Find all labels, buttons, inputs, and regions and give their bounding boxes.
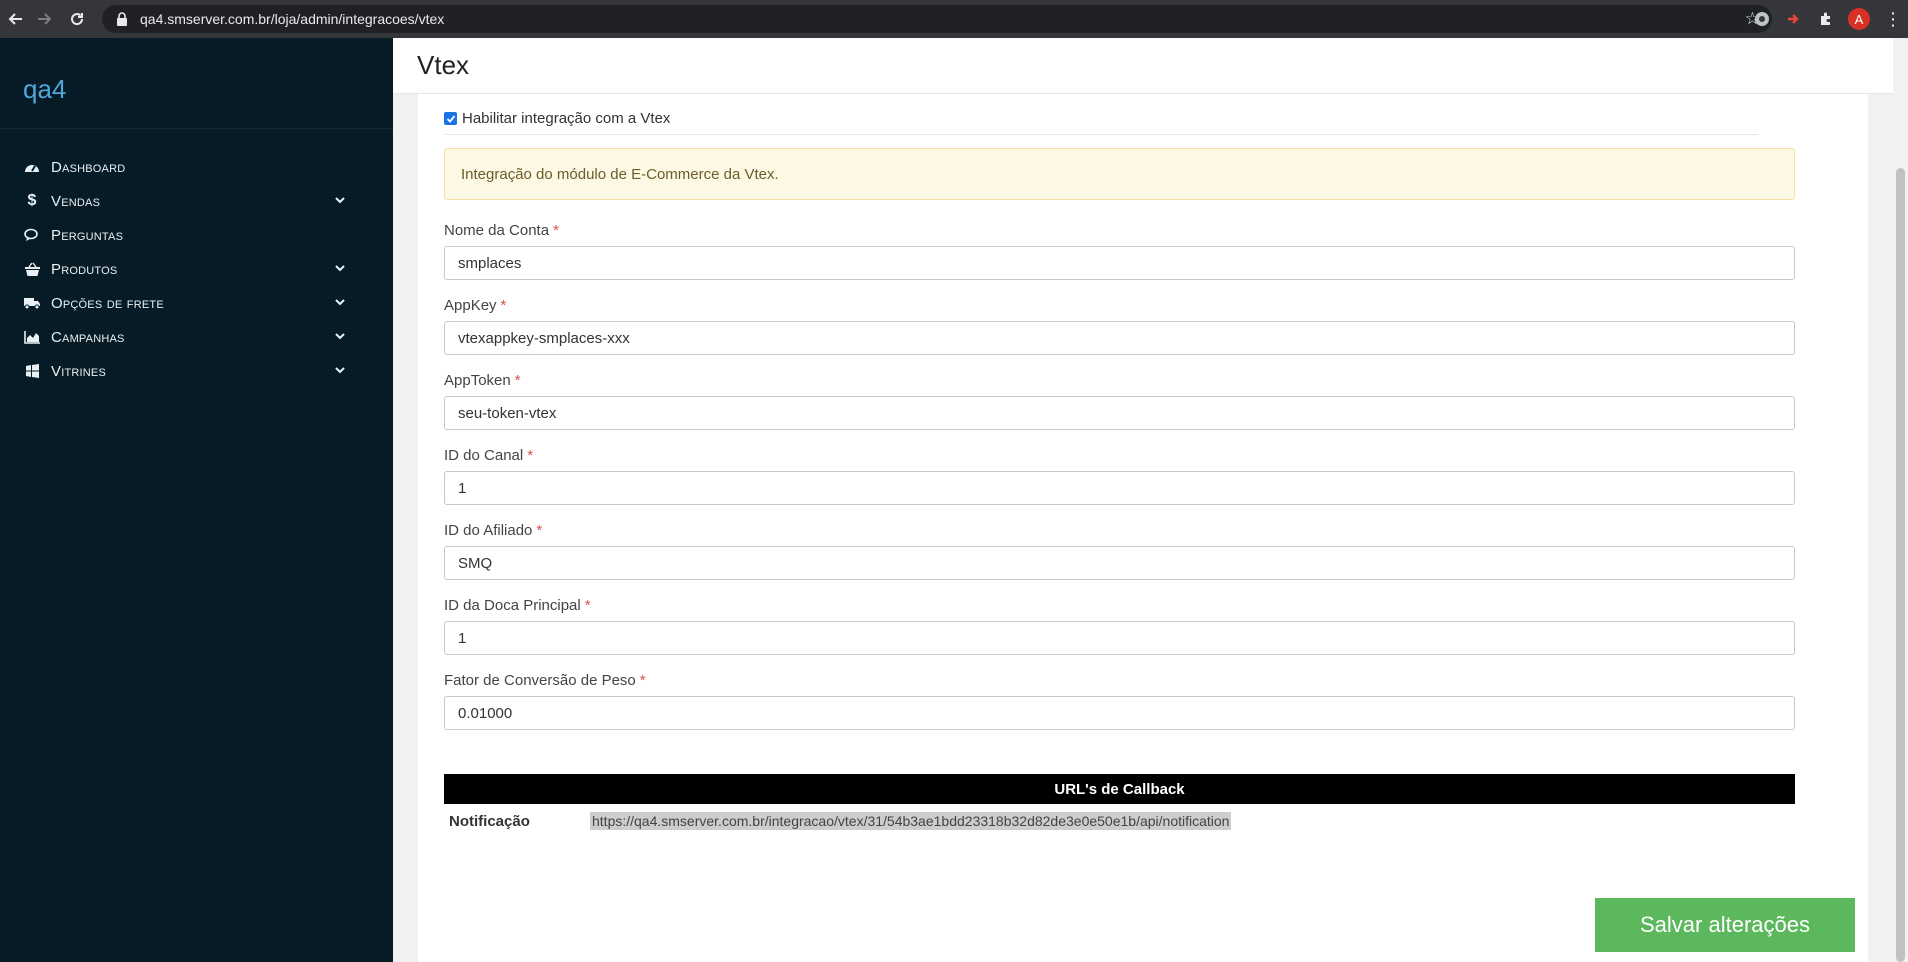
required-mark: * <box>639 672 646 689</box>
field-label-id-afiliado: ID do Afiliado * <box>444 522 543 539</box>
extension-arrow-icon[interactable] <box>1784 9 1804 29</box>
required-mark: * <box>536 522 543 539</box>
chevron-down-icon <box>335 367 345 374</box>
required-mark: * <box>527 447 534 464</box>
table-row: Notificação https://qa4.smserver.com.br/… <box>444 804 1795 838</box>
arrow-right-icon <box>38 13 52 25</box>
chevron-down-icon <box>335 265 345 272</box>
chevron-down-icon <box>335 333 345 340</box>
appkey-input[interactable]: vtexappkey-smplaces-xxx <box>444 321 1795 355</box>
required-mark: * <box>584 597 591 614</box>
sidebar-item-vendas[interactable]: $ Vendas <box>0 184 393 218</box>
id-afiliado-input[interactable]: SMQ <box>444 546 1795 580</box>
area-chart-icon <box>23 328 41 346</box>
save-button[interactable]: Salvar alterações <box>1595 898 1855 952</box>
sidebar: qa4 Dashboard $ Vendas Perguntas Produto… <box>0 38 393 962</box>
page-title: Vtex <box>417 50 470 80</box>
lock-icon <box>117 12 127 26</box>
address-bar[interactable]: qa4.smserver.com.br/loja/admin/integraco… <box>102 5 1772 33</box>
main-content: Vtex Habilitar integração com a Vtex Int… <box>393 38 1908 962</box>
profile-avatar[interactable]: A <box>1848 8 1870 30</box>
sidebar-item-perguntas[interactable]: Perguntas <box>0 218 393 252</box>
extension-circle-icon[interactable] <box>1752 9 1772 29</box>
field-label-id-canal: ID do Canal * <box>444 447 534 464</box>
info-alert: Integração do módulo de E-Commerce da Vt… <box>444 148 1795 200</box>
extensions-puzzle-icon[interactable] <box>1816 9 1836 29</box>
field-label-apptoken: AppToken * <box>444 372 521 389</box>
browser-menu-icon[interactable]: ⋮ <box>1884 8 1902 30</box>
comments-icon <box>23 226 41 244</box>
chevron-down-icon <box>335 197 345 204</box>
divider <box>444 134 1758 135</box>
id-canal-input[interactable]: 1 <box>444 471 1795 505</box>
field-label-fator-peso: Fator de Conversão de Peso * <box>444 672 646 689</box>
dashboard-icon <box>23 158 41 176</box>
callback-table: URL's de Callback Notificação https://qa… <box>444 774 1795 838</box>
id-doca-input[interactable]: 1 <box>444 621 1795 655</box>
required-mark: * <box>514 372 521 389</box>
arrow-left-icon <box>8 13 22 25</box>
chevron-down-icon <box>335 299 345 306</box>
scrollbar-thumb[interactable] <box>1896 168 1905 962</box>
callback-key: Notificação <box>449 812 530 830</box>
back-button[interactable] <box>0 4 30 34</box>
brand-divider <box>0 128 393 129</box>
fator-peso-input[interactable]: 0.01000 <box>444 696 1795 730</box>
basket-icon <box>23 260 41 278</box>
enable-integration-label: Habilitar integração com a Vtex <box>462 110 671 127</box>
dollar-icon: $ <box>27 192 37 209</box>
url-text: qa4.smserver.com.br/loja/admin/integraco… <box>140 11 445 27</box>
page-header: Vtex <box>393 38 1893 94</box>
enable-integration-checkbox[interactable] <box>444 112 457 125</box>
field-label-nome-conta: Nome da Conta * <box>444 222 559 239</box>
callback-url[interactable]: https://qa4.smserver.com.br/integracao/v… <box>590 812 1232 830</box>
sidebar-menu: Dashboard $ Vendas Perguntas Produtos Op… <box>0 150 393 388</box>
reload-button[interactable] <box>62 4 92 34</box>
browser-toolbar: qa4.smserver.com.br/loja/admin/integraco… <box>0 0 1908 38</box>
apptoken-input[interactable]: seu-token-vtex <box>444 396 1795 430</box>
brand-logo[interactable]: qa4 <box>23 74 66 105</box>
sidebar-item-vitrines[interactable]: Vitrines <box>0 354 393 388</box>
truck-icon <box>23 294 41 312</box>
nome-conta-input[interactable]: smplaces <box>444 246 1795 280</box>
sidebar-item-dashboard[interactable]: Dashboard <box>0 150 393 184</box>
callback-header: URL's de Callback <box>444 774 1795 804</box>
required-mark: * <box>553 222 559 239</box>
reload-icon <box>71 13 84 26</box>
sidebar-item-campanhas[interactable]: Campanhas <box>0 320 393 354</box>
forward-button[interactable] <box>30 4 60 34</box>
required-mark: * <box>500 297 507 314</box>
sidebar-item-opcoes-frete[interactable]: Opções de frete <box>0 286 393 320</box>
check-icon <box>446 114 455 123</box>
sidebar-item-produtos[interactable]: Produtos <box>0 252 393 286</box>
enable-integration-row[interactable]: Habilitar integração com a Vtex <box>444 110 670 127</box>
field-label-appkey: AppKey * <box>444 297 507 314</box>
windows-icon <box>23 362 41 380</box>
field-label-id-doca: ID da Doca Principal * <box>444 597 591 614</box>
